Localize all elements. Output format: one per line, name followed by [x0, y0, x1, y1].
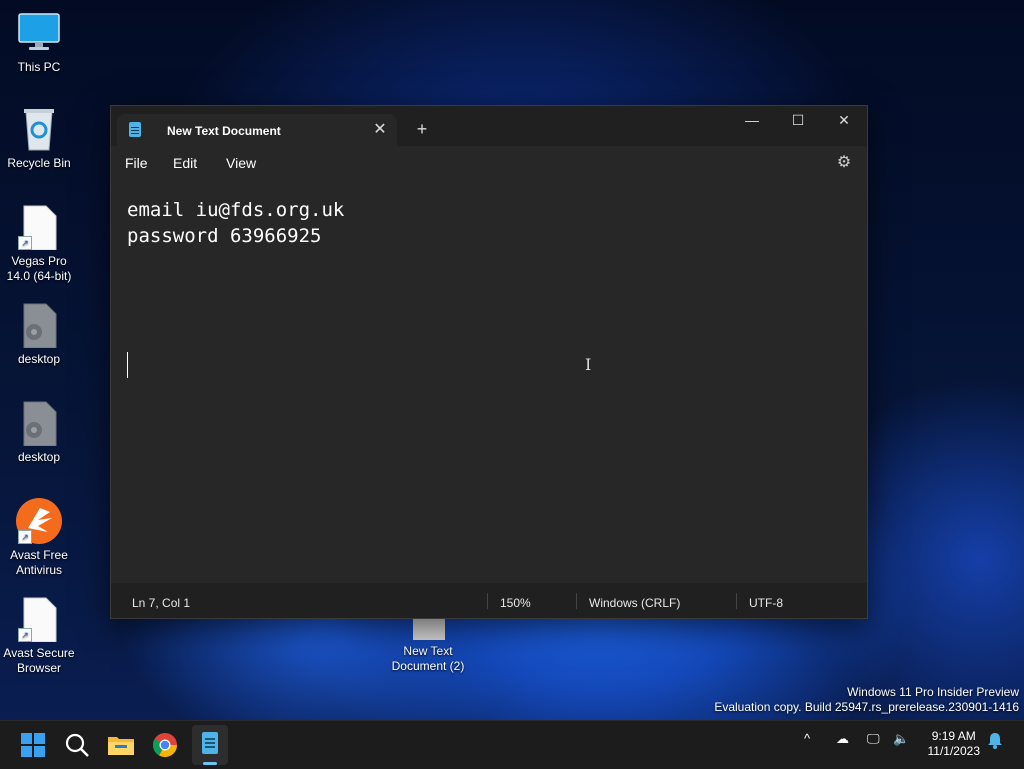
network-icon[interactable]: 🖵 — [867, 731, 880, 747]
zoom-level: 150% — [500, 596, 531, 610]
shortcut-arrow-icon: ↗ — [18, 628, 32, 642]
desktop-icon-desktop-2[interactable]: desktop — [0, 400, 78, 465]
file-shortcut-icon: ↗ — [16, 596, 62, 643]
close-tab-icon[interactable]: ✕ — [369, 119, 391, 141]
mouse-ibeam-cursor-icon: I — [585, 355, 592, 374]
menu-view[interactable]: View — [226, 155, 256, 171]
line-ending: Windows (CRLF) — [589, 596, 681, 610]
notification-bell-icon[interactable] — [987, 731, 1003, 752]
text-line: password 63966925 — [127, 225, 322, 247]
desktop-icon-avast-antivirus[interactable]: ↗ Avast Free Antivirus — [0, 498, 78, 578]
desktop-icon-new-text-document-2[interactable]: New Text Document (2) — [389, 612, 467, 674]
search-icon — [65, 733, 89, 757]
tab-new-text-document[interactable]: New Text Document ✕ — [117, 114, 397, 146]
desktop-icon-desktop-1[interactable]: desktop — [0, 302, 78, 367]
desktop-icon-label: This PC — [17, 60, 61, 74]
text-caret — [127, 352, 128, 378]
close-window-button[interactable]: ✕ — [821, 106, 867, 136]
tab-title: New Text Document — [167, 124, 281, 138]
shortcut-arrow-icon: ↗ — [18, 530, 32, 544]
notepad-taskbar-button[interactable] — [192, 725, 228, 765]
clock[interactable]: 9:19 AM 11/1/2023 — [928, 729, 981, 759]
status-divider — [487, 593, 488, 609]
desktop-icon-label: Recycle Bin — [7, 156, 71, 170]
encoding: UTF-8 — [749, 596, 783, 610]
desktop-icon-label: New Text Document (2) — [391, 644, 465, 673]
desktop-icon-avast-browser[interactable]: ↗ Avast Secure Browser — [0, 596, 78, 676]
clock-date: 11/1/2023 — [927, 744, 981, 758]
text-editor[interactable]: email iu@fds.org.uk password 63966925 I — [111, 180, 867, 583]
cloud-offline-icon[interactable]: ☁ — [836, 731, 849, 747]
menu-bar: File Edit View ⚙ — [111, 146, 867, 180]
settings-gear-icon[interactable]: ⚙ — [835, 154, 853, 172]
notepad-icon — [202, 732, 218, 754]
chrome-button[interactable] — [149, 729, 181, 761]
menu-edit[interactable]: Edit — [173, 155, 197, 171]
active-indicator — [203, 762, 217, 765]
text-line: email iu@fds.org.uk — [127, 199, 345, 221]
show-hidden-icons-chevron-icon[interactable]: ^ — [804, 731, 810, 746]
clock-time: 9:19 AM — [931, 729, 976, 743]
title-bar[interactable]: New Text Document ✕ + — ☐ ✕ — [111, 106, 867, 146]
watermark-edition: Windows 11 Pro Insider Preview — [847, 685, 1019, 699]
shortcut-arrow-icon: ↗ — [18, 236, 32, 250]
settings-file-icon — [16, 302, 62, 349]
desktop-icon-vegas-pro[interactable]: ↗ Vegas Pro 14.0 (64-bit) — [0, 204, 78, 284]
desktop-icon-label: desktop — [17, 352, 61, 366]
windows-logo-icon — [21, 733, 45, 757]
avast-icon: ↗ — [16, 498, 62, 544]
menu-file[interactable]: File — [125, 155, 148, 171]
desktop-icon-label: Avast Secure Browser — [3, 646, 75, 675]
desktop-icon-recycle-bin[interactable]: Recycle Bin — [0, 106, 78, 171]
new-tab-button[interactable]: + — [411, 118, 433, 140]
status-divider — [576, 593, 577, 609]
desktop-icon-label: Avast Free Antivirus — [10, 548, 68, 577]
folder-icon — [108, 737, 134, 755]
status-bar: Ln 7, Col 1 150% Windows (CRLF) UTF-8 — [111, 583, 867, 618]
volume-muted-icon[interactable]: 🔈 — [893, 731, 909, 747]
file-explorer-button[interactable] — [105, 729, 137, 761]
notepad-icon — [129, 122, 141, 137]
notepad-window: New Text Document ✕ + — ☐ ✕ File Edit Vi… — [110, 105, 868, 619]
start-button[interactable] — [17, 729, 49, 761]
minimize-button[interactable]: — — [729, 106, 775, 136]
file-shortcut-icon: ↗ — [16, 204, 62, 251]
settings-file-icon — [16, 400, 62, 447]
cursor-position: Ln 7, Col 1 — [132, 596, 191, 610]
desktop-icon-this-pc[interactable]: This PC — [0, 10, 78, 75]
recycle-bin-icon — [16, 106, 62, 152]
watermark-build: Evaluation copy. Build 25947.rs_prerelea… — [714, 700, 1019, 714]
desktop-icon-label: desktop — [17, 450, 61, 464]
chrome-icon — [152, 733, 177, 758]
desktop-icon-label: Vegas Pro 14.0 (64-bit) — [6, 254, 72, 283]
search-button[interactable] — [61, 729, 93, 761]
status-divider — [736, 593, 737, 609]
taskbar: ^ ☁ 🖵 🔈 9:19 AM 11/1/2023 — [0, 720, 1024, 769]
maximize-button[interactable]: ☐ — [775, 106, 821, 136]
monitor-icon — [16, 10, 62, 56]
windows-watermark: Windows 11 Pro Insider Preview Evaluatio… — [714, 685, 1019, 715]
